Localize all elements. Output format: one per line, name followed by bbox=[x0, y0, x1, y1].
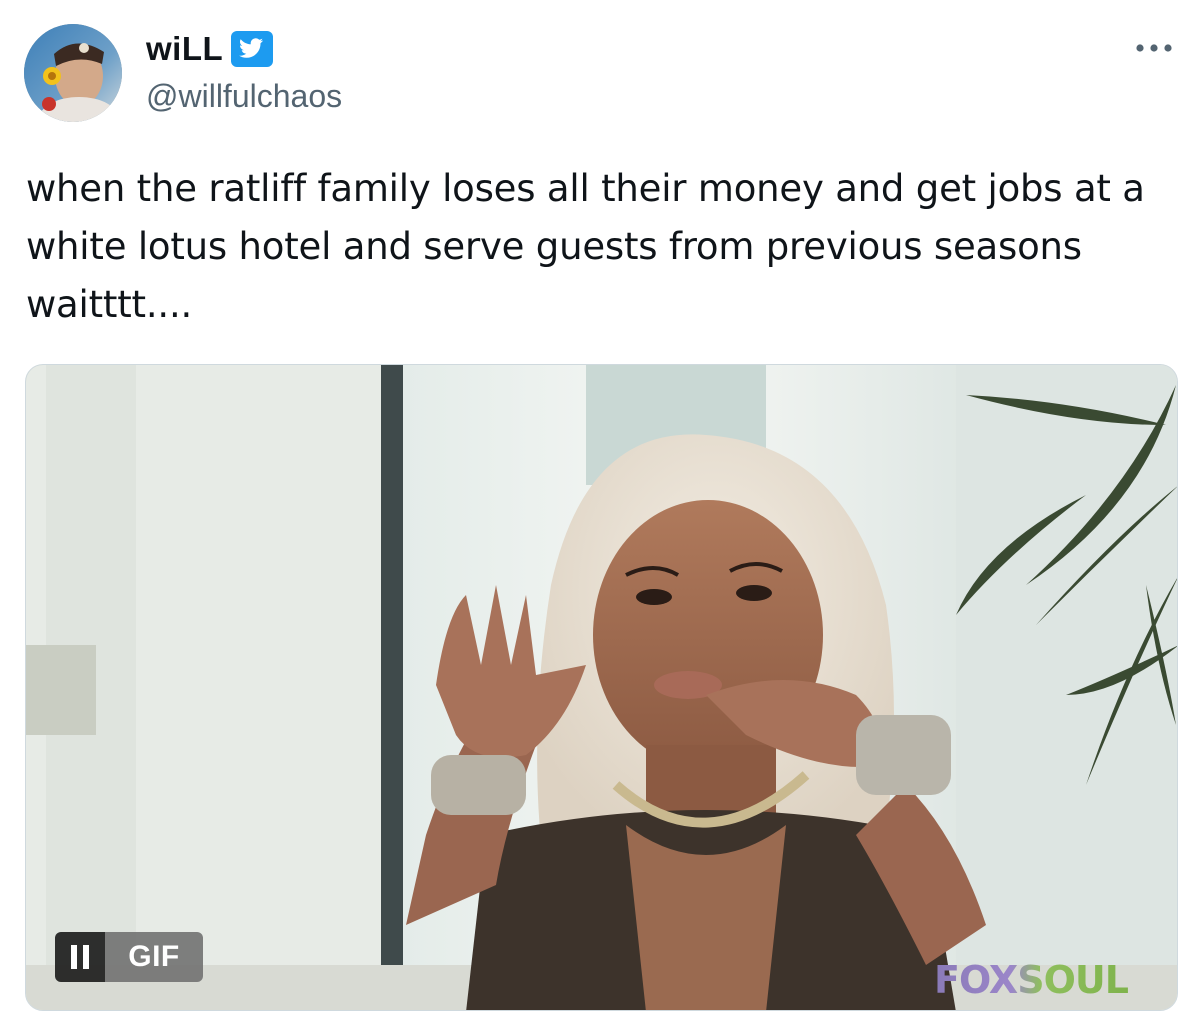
more-horizontal-icon bbox=[1136, 44, 1172, 52]
author-handle[interactable]: @willfulchaos bbox=[146, 78, 342, 115]
profile-photo bbox=[24, 24, 122, 122]
network-watermark: FOXSOUL bbox=[934, 958, 1129, 1002]
pause-button[interactable] bbox=[55, 932, 105, 982]
more-options-button[interactable] bbox=[1132, 34, 1176, 62]
tweet-text: when the ratliff family loses all their … bbox=[26, 167, 1145, 326]
gif-controls[interactable]: GIF bbox=[55, 932, 203, 982]
pause-icon bbox=[71, 945, 89, 969]
gif-badge[interactable]: GIF bbox=[105, 932, 203, 982]
author-name-row[interactable]: wiLL bbox=[146, 30, 274, 68]
avatar[interactable] bbox=[24, 24, 122, 122]
verified-badge-icon[interactable] bbox=[231, 31, 274, 67]
gif-media[interactable] bbox=[25, 364, 1178, 1011]
display-name[interactable]: wiLL bbox=[146, 30, 223, 68]
gif-frame-image bbox=[26, 365, 1177, 1010]
